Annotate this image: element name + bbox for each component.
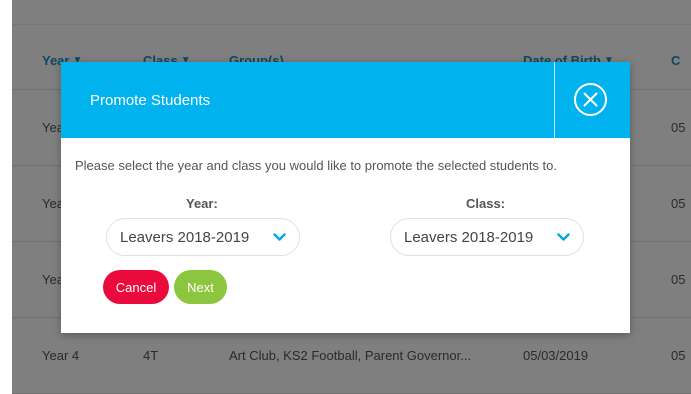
close-icon	[583, 92, 598, 107]
next-button[interactable]: Next	[174, 270, 227, 304]
dialog-title: Promote Students	[90, 92, 211, 109]
chevron-down-icon	[273, 233, 286, 241]
class-select[interactable]: Leavers 2018-2019	[390, 218, 584, 256]
year-label: Year:	[186, 196, 218, 211]
promote-students-dialog: Promote Students Please select the year …	[61, 62, 630, 333]
close-button[interactable]	[574, 83, 607, 116]
cancel-button[interactable]: Cancel	[103, 270, 169, 304]
dialog-header: Promote Students	[61, 62, 630, 138]
year-select[interactable]: Leavers 2018-2019	[106, 218, 300, 256]
class-select-value: Leavers 2018-2019	[404, 228, 534, 246]
dialog-instructions: Please select the year and class you wou…	[75, 158, 557, 173]
year-select-value: Leavers 2018-2019	[120, 228, 250, 246]
chevron-down-icon	[557, 233, 570, 241]
class-label: Class:	[466, 196, 506, 211]
header-divider	[554, 62, 555, 138]
